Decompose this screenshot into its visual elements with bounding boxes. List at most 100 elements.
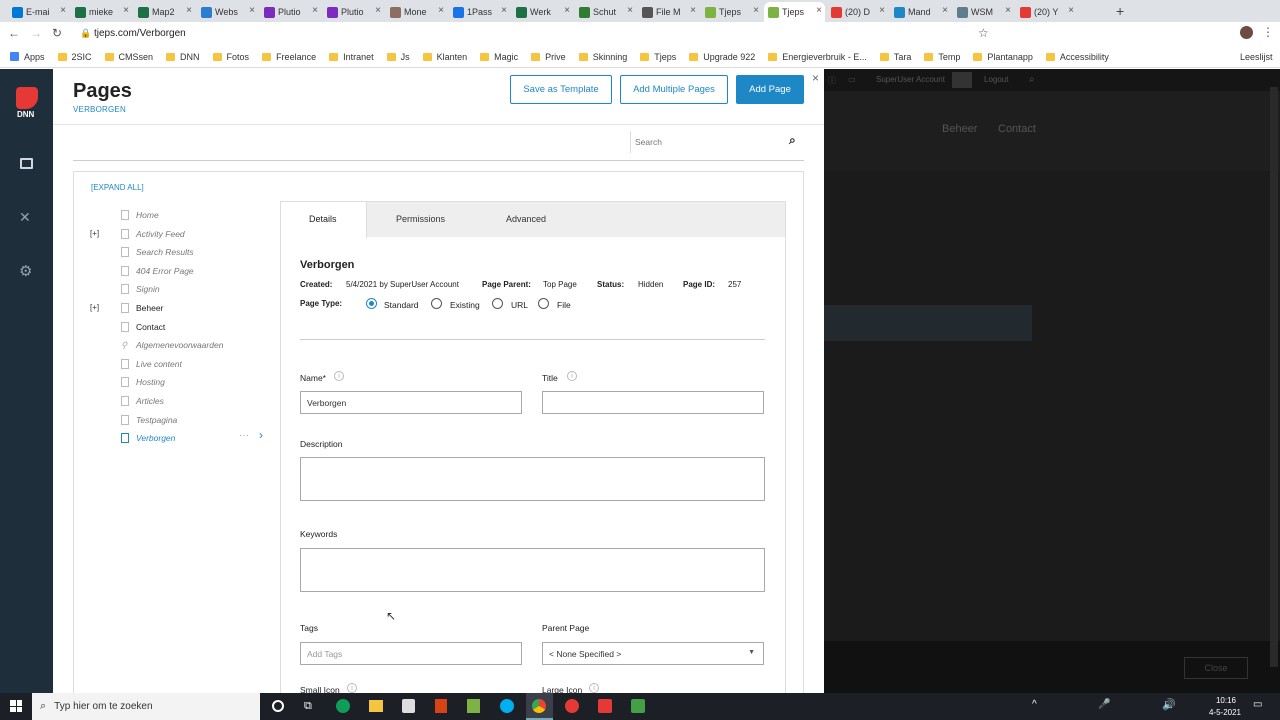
tab-close-icon[interactable]: ×	[375, 5, 381, 16]
tab-close-icon[interactable]: ×	[942, 5, 948, 16]
tree-expand-toggle[interactable]: [+]	[90, 303, 99, 312]
tab-close-icon[interactable]: ×	[816, 5, 822, 16]
tab-close-icon[interactable]: ×	[690, 5, 696, 16]
tree-item[interactable]: Beheer	[121, 303, 163, 313]
bookmark-item[interactable]: Fotos	[212, 52, 249, 62]
browser-tab[interactable]: Plutio ×	[260, 2, 321, 22]
title-input[interactable]	[542, 391, 764, 414]
browser-tab[interactable]: 1Pass ×	[449, 2, 510, 22]
tab-close-icon[interactable]: ×	[60, 5, 66, 16]
expand-all-link[interactable]: [EXPAND ALL]	[91, 183, 144, 192]
bookmark-item[interactable]: Accessibility	[1045, 52, 1109, 62]
browser-tab[interactable]: Tjeps ×	[764, 2, 825, 22]
tab-close-icon[interactable]: ×	[627, 5, 633, 16]
tags-input[interactable]: Add Tags	[300, 642, 522, 665]
browser-tab[interactable]: (20) D ×	[827, 2, 888, 22]
tab-details[interactable]: Details	[309, 214, 337, 224]
microphone-icon[interactable]: 🎤	[1098, 699, 1110, 710]
search-icon[interactable]: ⌕	[789, 133, 796, 148]
edge-icon[interactable]	[336, 699, 350, 713]
tab-close-icon[interactable]: ×	[564, 5, 570, 16]
chrome-taskbar-button[interactable]	[526, 693, 553, 720]
new-tab-icon[interactable]: +	[1116, 3, 1124, 19]
tree-item[interactable]: 404 Error Page	[121, 265, 194, 276]
radio-existing[interactable]	[431, 298, 442, 309]
bookmark-item[interactable]: Tara	[879, 52, 911, 62]
name-input[interactable]: Verborgen	[300, 391, 522, 414]
browser-tab[interactable]: File M ×	[638, 2, 699, 22]
tab-close-icon[interactable]: ×	[438, 5, 444, 16]
browser-tab[interactable]: Tjeps ×	[701, 2, 762, 22]
bookmark-item[interactable]: Tjeps	[640, 52, 676, 62]
chevron-right-icon[interactable]: ›	[259, 428, 263, 442]
radio-file[interactable]	[538, 298, 549, 309]
tab-close-icon[interactable]: ×	[879, 5, 885, 16]
more-options-icon[interactable]: ···	[239, 430, 249, 441]
windows-start-icon[interactable]	[10, 700, 22, 712]
description-textarea[interactable]	[300, 457, 765, 501]
tray-chevron-icon[interactable]: ^	[1032, 699, 1037, 710]
browser-tab[interactable]: Werk ×	[512, 2, 573, 22]
small-icon-info-icon[interactable]: i	[347, 683, 357, 693]
app-c-green-icon[interactable]	[631, 699, 645, 713]
settings-gear-icon[interactable]: ⚙	[19, 262, 32, 280]
browser-tab[interactable]: Plutio ×	[323, 2, 384, 22]
tab-close-icon[interactable]: ×	[186, 5, 192, 16]
tree-item[interactable]: Hosting	[121, 377, 165, 388]
office-icon[interactable]	[435, 699, 447, 713]
tab-close-icon[interactable]: ×	[249, 5, 255, 16]
store-icon[interactable]	[402, 699, 415, 713]
title-info-icon[interactable]: i	[567, 371, 577, 381]
parent-page-dropdown[interactable]: < None Specified > ▼	[542, 642, 764, 665]
bookmark-item[interactable]: DNN	[166, 52, 200, 62]
tree-item[interactable]: Verborgen	[121, 433, 175, 444]
tab-close-icon[interactable]: ×	[1068, 5, 1074, 16]
bookmark-item[interactable]: Intranet	[329, 52, 374, 62]
tree-expand-toggle[interactable]: [+]	[90, 229, 99, 238]
bookmark-item[interactable]: 2SIC	[57, 52, 92, 62]
bookmark-item[interactable]: Plantanapp	[973, 52, 1033, 62]
bookmark-item[interactable]: Apps	[10, 52, 45, 62]
close-panel-icon[interactable]: ×	[812, 71, 819, 85]
tree-item[interactable]: Signin	[121, 284, 160, 295]
tab-close-icon[interactable]: ×	[123, 5, 129, 16]
bookmark-item[interactable]: Js	[386, 52, 410, 62]
app-c-red-icon[interactable]	[598, 699, 612, 713]
url-field[interactable]: tjeps.com/Verborgen	[94, 28, 186, 39]
tab-permissions[interactable]: Permissions	[396, 214, 445, 224]
browser-tab[interactable]: Webs ×	[197, 2, 258, 22]
browser-tab[interactable]: WSM ×	[953, 2, 1014, 22]
bookmark-item[interactable]: Temp	[924, 52, 960, 62]
radio-standard[interactable]	[366, 298, 377, 309]
menu-icon[interactable]: ⋮	[1262, 25, 1274, 39]
tree-item[interactable]: Live content	[121, 358, 182, 369]
reading-list-link[interactable]: Leeslijst	[1240, 52, 1273, 62]
bookmark-item[interactable]: CMSsen	[104, 52, 153, 62]
add-page-button[interactable]: Add Page	[736, 75, 804, 104]
browser-tab[interactable]: mieke ×	[71, 2, 132, 22]
browser-tab[interactable]: (20) Y ×	[1016, 2, 1077, 22]
reload-icon[interactable]: ↻	[52, 26, 62, 40]
browser-tab[interactable]: E-mai ×	[8, 2, 69, 22]
tree-item[interactable]: Testpagina	[121, 414, 177, 425]
bookmark-item[interactable]: Skinning	[578, 52, 627, 62]
tree-item[interactable]: ⚲ Algemenevoorwaarden	[121, 340, 223, 351]
clock-time[interactable]: 10:16	[1208, 696, 1244, 705]
save-as-template-button[interactable]: Save as Template	[510, 75, 612, 104]
app-red-icon[interactable]	[565, 699, 579, 713]
forward-icon[interactable]: →	[30, 26, 42, 40]
bookmark-item[interactable]: Klanten	[422, 52, 467, 62]
file-explorer-icon[interactable]	[369, 700, 383, 712]
large-icon-info-icon[interactable]: i	[589, 683, 599, 693]
pages-icon[interactable]	[20, 158, 33, 169]
tab-close-icon[interactable]: ×	[1005, 5, 1011, 16]
tab-advanced[interactable]: Advanced	[506, 214, 546, 224]
bookmark-item[interactable]: Prive	[531, 52, 566, 62]
clock-date[interactable]: 4-5-2021	[1205, 708, 1245, 717]
browser-tab[interactable]: Map2 ×	[134, 2, 195, 22]
bookmark-item[interactable]: Freelance	[262, 52, 316, 62]
back-icon[interactable]: ←	[8, 26, 20, 40]
tree-item[interactable]: Contact	[121, 321, 165, 332]
star-icon[interactable]: ☆	[978, 26, 989, 40]
tab-close-icon[interactable]: ×	[753, 5, 759, 16]
